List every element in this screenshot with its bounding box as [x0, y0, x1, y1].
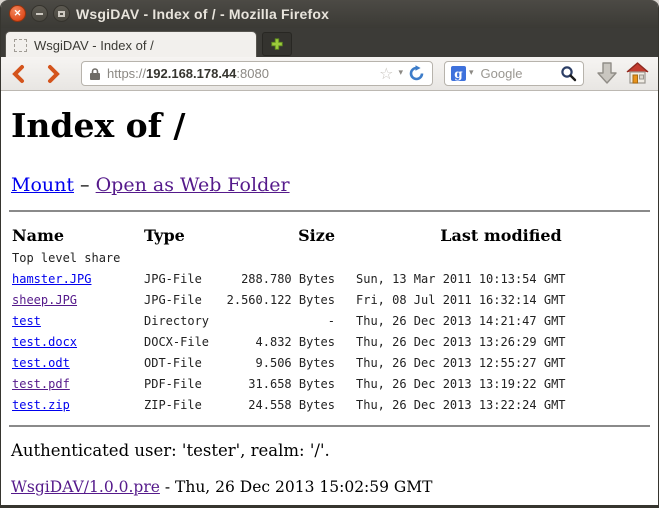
column-header-type: Type: [144, 226, 185, 245]
server-footer: WsgiDAV/1.0.0.pre - Thu, 26 Dec 2013 15:…: [11, 478, 433, 496]
url-port: :8080: [236, 66, 269, 81]
table-header-row: Name Type Size Last modified: [1, 226, 658, 247]
downloads-button[interactable]: [596, 62, 618, 90]
url-dropdown-icon[interactable]: ▾: [398, 69, 403, 78]
table-row: test.pdf PDF-File 31.658 Bytes Thu, 26 D…: [1, 377, 658, 398]
file-modified: Thu, 26 Dec 2013 13:26:29 GMT: [356, 335, 646, 349]
home-button[interactable]: [625, 62, 650, 89]
file-size: 4.832 Bytes: [211, 335, 335, 349]
firefox-window: ✕ WsgiDAV - Index of / - Mozilla Firefox…: [0, 0, 659, 508]
file-link[interactable]: test.zip: [12, 398, 70, 412]
action-links: Mount – Open as Web Folder: [11, 174, 290, 196]
lock-icon[interactable]: [89, 67, 101, 81]
search-engine-dropdown-icon[interactable]: ▾: [469, 69, 474, 78]
table-row: test.odt ODT-File 9.506 Bytes Thu, 26 De…: [1, 356, 658, 377]
file-size: 9.506 Bytes: [211, 356, 335, 370]
table-row: test Directory - Thu, 26 Dec 2013 14:21:…: [1, 314, 658, 335]
url-scheme: https://: [107, 66, 146, 81]
file-type: Directory: [144, 314, 209, 328]
share-caption: Top level share: [12, 251, 120, 265]
window-maximize-button[interactable]: [53, 5, 70, 22]
magnifier-icon[interactable]: [560, 65, 577, 82]
page-content: Index of / Mount – Open as Web Folder Na…: [1, 91, 658, 505]
tab-wsgidav[interactable]: WsgiDAV - Index of /: [5, 31, 257, 58]
close-icon: ✕: [14, 9, 22, 18]
column-header-size: Size: [211, 226, 335, 245]
column-header-last-modified: Last modified: [356, 226, 646, 245]
file-size: 288.780 Bytes: [211, 272, 335, 286]
url-host: 192.168.178.44: [146, 66, 236, 81]
plus-icon: [270, 37, 284, 51]
bookmark-star-icon[interactable]: ☆: [379, 66, 393, 82]
chevron-right-icon: [43, 64, 63, 84]
back-button[interactable]: [9, 64, 29, 84]
file-type: ODT-File: [144, 356, 202, 370]
minimize-icon: [36, 13, 43, 15]
table-row: sheep.JPG JPG-File 2.560.122 Bytes Fri, …: [1, 293, 658, 314]
file-type: ZIP-File: [144, 398, 202, 412]
file-size: 31.658 Bytes: [211, 377, 335, 391]
divider-bottom: [9, 425, 650, 427]
file-size: -: [211, 314, 335, 328]
file-modified: Thu, 26 Dec 2013 12:55:27 GMT: [356, 356, 646, 370]
table-row: test.zip ZIP-File 24.558 Bytes Thu, 26 D…: [1, 398, 658, 419]
column-header-name: Name: [12, 226, 64, 245]
reload-icon[interactable]: [408, 65, 425, 82]
file-link[interactable]: sheep.JPG: [12, 293, 77, 307]
file-modified: Fri, 08 Jul 2011 16:32:14 GMT: [356, 293, 646, 307]
window-minimize-button[interactable]: [31, 5, 48, 22]
download-arrow-icon: [596, 62, 618, 85]
auth-status-line: Authenticated user: 'tester', realm: '/'…: [11, 441, 330, 460]
forward-button[interactable]: [43, 64, 63, 84]
navigation-toolbar: https://192.168.178.44:8080 ☆ ▾ g ▾ Goog…: [1, 57, 658, 91]
file-type: JPG-File: [144, 293, 202, 307]
file-type: PDF-File: [144, 377, 202, 391]
open-as-web-folder-link[interactable]: Open as Web Folder: [96, 174, 290, 196]
footer-timestamp: - Thu, 26 Dec 2013 15:02:59 GMT: [160, 478, 433, 496]
url-bar[interactable]: https://192.168.178.44:8080 ☆ ▾: [81, 61, 433, 86]
file-modified: Thu, 26 Dec 2013 14:21:47 GMT: [356, 314, 646, 328]
table-row: test.docx DOCX-File 4.832 Bytes Thu, 26 …: [1, 335, 658, 356]
google-favicon-icon[interactable]: g: [451, 66, 466, 81]
file-type: DOCX-File: [144, 335, 209, 349]
file-link[interactable]: test.docx: [12, 335, 77, 349]
tab-label: WsgiDAV - Index of /: [34, 38, 154, 53]
page-favicon-icon: [14, 39, 27, 52]
search-input[interactable]: Google: [481, 66, 523, 81]
file-link[interactable]: test.odt: [12, 356, 70, 370]
file-size: 2.560.122 Bytes: [211, 293, 335, 307]
file-rows: hamster.JPG JPG-File 288.780 Bytes Sun, …: [1, 272, 658, 419]
new-tab-button[interactable]: [262, 32, 292, 56]
file-modified: Thu, 26 Dec 2013 13:22:24 GMT: [356, 398, 646, 412]
window-title: WsgiDAV - Index of / - Mozilla Firefox: [76, 6, 329, 22]
chevron-left-icon: [9, 64, 29, 84]
file-link[interactable]: test.pdf: [12, 377, 70, 391]
file-modified: Thu, 26 Dec 2013 13:19:22 GMT: [356, 377, 646, 391]
file-link[interactable]: hamster.JPG: [12, 272, 91, 286]
window-close-button[interactable]: ✕: [9, 5, 26, 22]
file-type: JPG-File: [144, 272, 202, 286]
maximize-icon: [58, 11, 65, 17]
window-titlebar[interactable]: ✕ WsgiDAV - Index of / - Mozilla Firefox: [1, 0, 658, 28]
search-box[interactable]: g ▾ Google: [444, 61, 584, 86]
file-link[interactable]: test: [12, 314, 41, 328]
home-icon: [625, 62, 650, 84]
table-row: hamster.JPG JPG-File 288.780 Bytes Sun, …: [1, 272, 658, 293]
tab-bar: WsgiDAV - Index of /: [1, 28, 658, 57]
file-modified: Sun, 13 Mar 2011 10:13:54 GMT: [356, 272, 646, 286]
file-size: 24.558 Bytes: [211, 398, 335, 412]
page-title: Index of /: [11, 108, 185, 144]
mount-link[interactable]: Mount: [11, 174, 74, 196]
divider-top: [9, 210, 650, 212]
link-separator: –: [74, 174, 96, 196]
wsgidav-version-link[interactable]: WsgiDAV/1.0.0.pre: [11, 478, 160, 496]
